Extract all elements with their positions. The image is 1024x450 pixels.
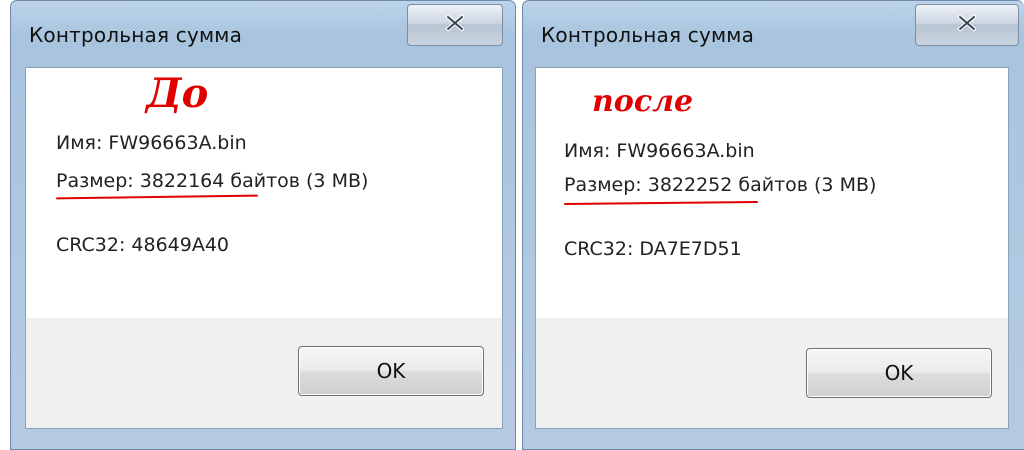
red-underline — [55, 194, 259, 200]
crc32-text: CRC32: 48649A40 — [56, 234, 230, 256]
dialog-client-area: после Имя: FW96663A.bin Размер: 3822252 … — [535, 67, 1009, 429]
checksum-dialog-before: Контрольная сумма До Имя: FW96663A.bin Р… — [10, 0, 516, 450]
close-button[interactable] — [915, 4, 1019, 46]
red-underline — [563, 200, 759, 206]
dialog-content: после Имя: FW96663A.bin Размер: 3822252 … — [536, 68, 1008, 318]
checksum-dialog-after: Контрольная сумма после Имя: FW96663A.bi… — [522, 0, 1024, 450]
ok-button[interactable]: OK — [298, 346, 484, 396]
file-name-text: Имя: FW96663A.bin — [564, 140, 755, 162]
crc32-text: CRC32: DA7E7D51 — [564, 238, 742, 260]
dialog-title: Контрольная сумма — [29, 23, 243, 47]
handwritten-note: До — [146, 70, 209, 117]
file-name-text: Имя: FW96663A.bin — [56, 132, 247, 154]
close-icon — [956, 14, 978, 36]
close-icon — [444, 14, 466, 36]
ok-button[interactable]: OK — [806, 348, 992, 398]
file-size-text: Размер: 3822252 байтов (3 MB) — [564, 174, 877, 196]
dialog-footer: OK — [26, 318, 502, 428]
handwritten-note: после — [592, 84, 694, 119]
dialog-title: Контрольная сумма — [541, 23, 755, 47]
dialog-footer: OK — [536, 318, 1008, 428]
dialog-client-area: До Имя: FW96663A.bin Размер: 3822164 бай… — [25, 67, 503, 429]
close-button[interactable] — [407, 4, 503, 46]
file-size-text: Размер: 3822164 байтов (3 MB) — [56, 170, 369, 192]
dialog-content: До Имя: FW96663A.bin Размер: 3822164 бай… — [26, 68, 502, 318]
